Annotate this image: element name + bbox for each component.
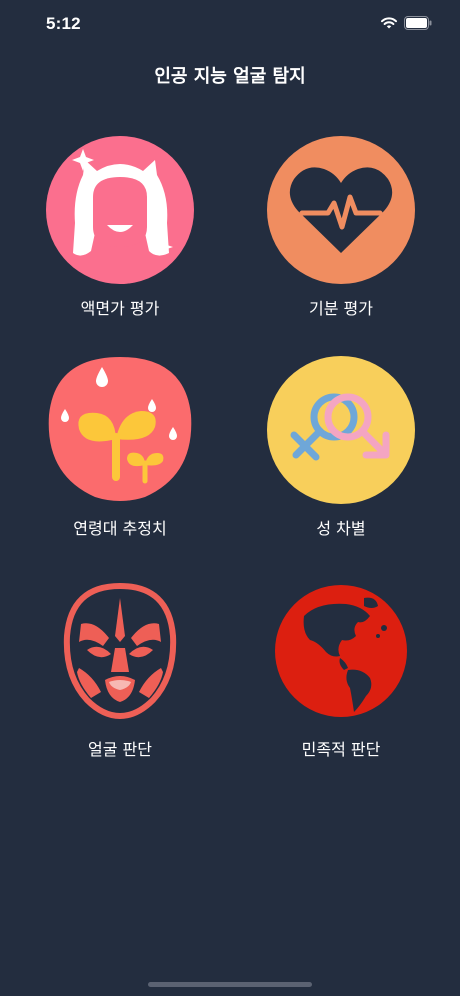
opera-mask-icon [45,576,195,726]
wifi-icon [381,17,397,29]
gender-symbols-icon [266,355,416,505]
menu-item-face-value[interactable]: 액면가 평가 [10,135,230,319]
status-bar: 5:12 [0,0,460,50]
cartoon-face-icon [45,135,195,285]
menu-item-ethnic-judgment[interactable]: 민족적 판단 [231,576,451,760]
status-icons [380,16,432,30]
menu-item-face-judgment[interactable]: 얼굴 판단 [10,576,230,760]
menu-item-label: 연령대 추정치 [73,519,167,538]
sprout-icon [45,355,195,505]
menu-item-label: 액면가 평가 [80,299,160,318]
menu-item-mood[interactable]: 기분 평가 [231,135,451,319]
menu-item-label: 기분 평가 [309,299,373,318]
menu-item-label: 민족적 판단 [301,740,381,759]
status-time: 5:12 [46,14,81,33]
home-indicator[interactable] [148,982,312,987]
battery-icon [404,16,432,30]
globe-icon [266,576,416,726]
heartbeat-icon [266,135,416,285]
menu-item-label: 얼굴 판단 [88,740,152,759]
menu-item-gender[interactable]: 성 차별 [231,355,451,539]
menu-item-label: 성 차별 [316,519,366,538]
page-title: 인공 지능 얼굴 탐지 [154,66,306,87]
app-screen: 5:12 인공 지능 얼굴 탐지 액면가 평가 기분 평가 연령대 추정치 성 … [0,0,460,996]
menu-item-age-estimate[interactable]: 연령대 추정치 [10,355,230,539]
